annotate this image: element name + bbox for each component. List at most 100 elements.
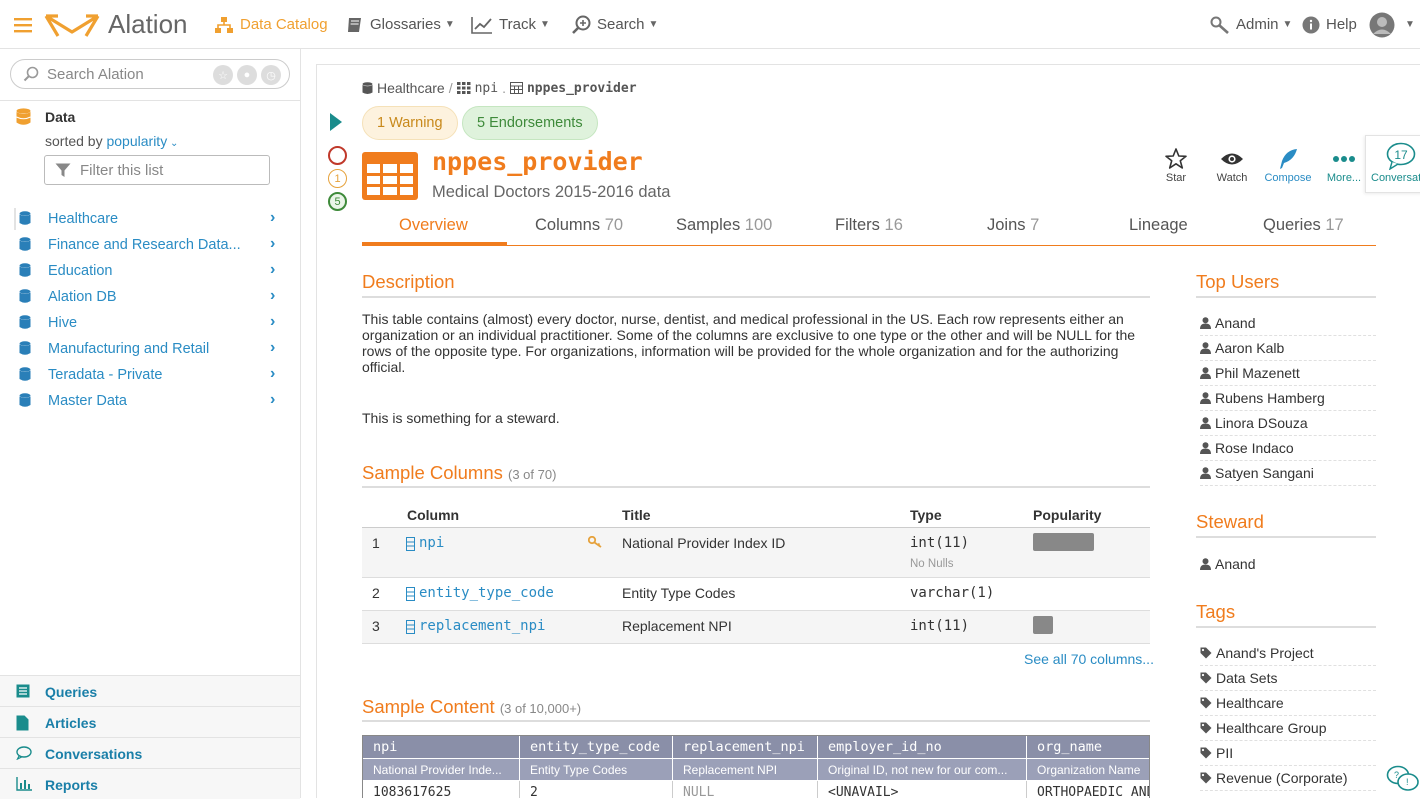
user-icon <box>1200 442 1211 454</box>
tab-queries[interactable]: Queries 17 <box>1263 216 1344 235</box>
expand-panel-icon[interactable] <box>330 113 342 131</box>
tag-item[interactable]: Anand's Project <box>1200 641 1376 666</box>
filter-list-input[interactable]: Filter this list <box>44 155 270 185</box>
tag-item[interactable]: Healthcare <box>1200 691 1376 716</box>
line-chart-icon <box>471 16 492 34</box>
data-source-item[interactable]: Master Data › <box>0 388 300 414</box>
nav-search[interactable]: Search ▼ <box>571 0 658 49</box>
user-avatar-menu[interactable]: ▼ <box>1369 0 1415 49</box>
data-source-item[interactable]: Education › <box>0 258 300 284</box>
top-user-item[interactable]: Satyen Sangani <box>1200 461 1376 486</box>
tag-item[interactable]: PII <box>1200 741 1376 766</box>
column-header[interactable]: entity_type_code <box>520 736 673 758</box>
sample-columns-table: Column Title Type Popularity 1 npi Natio… <box>362 502 1150 644</box>
top-user-item[interactable]: Phil Mazenett <box>1200 361 1376 386</box>
description-text[interactable]: This table contains (almost) every docto… <box>362 311 1148 375</box>
watch-button[interactable]: Watch <box>1202 146 1262 184</box>
admin-menu[interactable]: Admin ▼ <box>1210 0 1292 49</box>
sidebar-item-reports[interactable]: Reports <box>0 768 300 799</box>
top-user-item[interactable]: Aaron Kalb <box>1200 336 1376 361</box>
deprecation-circle-icon[interactable] <box>328 146 347 165</box>
breadcrumb-source-link[interactable]: Healthcare <box>377 80 445 96</box>
data-source-item[interactable]: Alation DB › <box>0 284 300 310</box>
steward-user[interactable]: Anand <box>1200 551 1376 576</box>
table-row[interactable]: 3 replacement_npi Replacement NPI int(11… <box>362 611 1150 644</box>
endorsements-badge[interactable]: 5 Endorsements <box>462 106 598 140</box>
column-name-link[interactable]: npi <box>419 535 444 551</box>
tab-overview[interactable]: Overview <box>399 216 468 235</box>
compose-button[interactable]: Compose <box>1258 146 1318 184</box>
tab-filters[interactable]: Filters 16 <box>835 216 903 235</box>
tag-icon <box>1200 722 1212 734</box>
tab-lineage[interactable]: Lineage <box>1129 216 1188 235</box>
null-info: No Nulls <box>910 558 954 570</box>
nav-data-catalog[interactable]: Data Catalog <box>214 0 328 49</box>
watched-filter-icon[interactable]: ● <box>237 65 257 85</box>
global-search-input[interactable]: Search Alation ☆ ● ◷ <box>10 59 290 89</box>
endorsement-count-icon[interactable]: 5 <box>328 192 347 211</box>
table-row[interactable]: 2 entity_type_code Entity Type Codes var… <box>362 578 1150 611</box>
sort-selector[interactable]: sorted by popularity ⌄ <box>45 133 178 149</box>
alation-logo[interactable]: Alation <box>44 0 188 49</box>
top-user-item[interactable]: Rubens Hamberg <box>1200 386 1376 411</box>
tag-item[interactable]: Healthcare Group <box>1200 716 1376 741</box>
nav-track[interactable]: Track ▼ <box>471 0 550 49</box>
data-source-label: Teradata - Private <box>48 367 163 383</box>
star-button[interactable]: Star <box>1146 146 1206 184</box>
tab-label: Overview <box>399 216 468 234</box>
column-header[interactable]: employer_id_no <box>818 736 1027 758</box>
sidebar-item-conversations[interactable]: Conversations <box>0 737 300 768</box>
row-number: 2 <box>372 585 380 601</box>
avatar-icon <box>1369 12 1395 37</box>
column-icon <box>406 620 415 634</box>
column-header[interactable]: npi <box>363 736 520 758</box>
data-source-item[interactable]: Healthcare › <box>0 206 300 232</box>
nav-search-label: Search <box>597 16 645 33</box>
chat-help-icon[interactable]: ? ! <box>1386 764 1420 794</box>
column-header[interactable]: replacement_npi <box>673 736 818 758</box>
data-source-label: Healthcare <box>48 211 119 227</box>
warning-count-icon[interactable]: 1 <box>328 169 347 188</box>
column-header[interactable]: org_name <box>1027 736 1149 758</box>
table-row[interactable]: 1 npi National Provider Index ID int(11)… <box>362 528 1150 578</box>
data-source-label: Master Data <box>48 393 127 409</box>
tab-joins[interactable]: Joins 7 <box>987 216 1039 235</box>
top-navigation-bar: Alation Data Catalog Glossaries ▼ Track ▼ … <box>0 0 1420 49</box>
tag-icon <box>1200 697 1212 709</box>
chevron-right-icon: › <box>270 287 276 304</box>
database-icon <box>19 367 31 381</box>
description-note[interactable]: This is something for a steward. <box>362 410 560 426</box>
wrench-icon <box>1210 16 1229 34</box>
tag-item[interactable]: Revenue (Corporate) <box>1200 766 1376 791</box>
tab-columns[interactable]: Columns 70 <box>535 216 623 235</box>
database-icon <box>19 393 31 407</box>
hierarchy-icon <box>215 16 233 33</box>
tag-item[interactable]: Data Sets <box>1200 666 1376 691</box>
tab-samples[interactable]: Samples 100 <box>676 216 772 235</box>
help-link[interactable]: Help <box>1302 0 1357 49</box>
sidebar-item-articles[interactable]: Articles <box>0 706 300 737</box>
starred-filter-icon[interactable]: ☆ <box>213 65 233 85</box>
see-all-columns-link[interactable]: See all 70 columns... <box>1024 651 1154 667</box>
sample-columns-title: Sample Columns <box>362 462 503 483</box>
top-user-item[interactable]: Anand <box>1200 311 1376 336</box>
hamburger-menu-icon[interactable] <box>14 0 38 49</box>
column-name-link[interactable]: entity_type_code <box>419 585 554 601</box>
top-users-heading: Top Users <box>1196 271 1280 292</box>
data-source-item[interactable]: Finance and Research Data... › <box>0 232 300 258</box>
data-source-item[interactable]: Manufacturing and Retail › <box>0 336 300 362</box>
logo-text: Alation <box>108 9 188 39</box>
database-icon <box>19 315 31 329</box>
data-source-item[interactable]: Hive › <box>0 310 300 336</box>
watch-label: Watch <box>1216 172 1248 184</box>
warning-badge[interactable]: 1 Warning <box>362 106 458 140</box>
top-user-item[interactable]: Rose Indaco <box>1200 436 1376 461</box>
nav-glossaries[interactable]: Glossaries ▼ <box>346 0 455 49</box>
recent-filter-icon[interactable]: ◷ <box>261 65 281 85</box>
data-source-item[interactable]: Teradata - Private › <box>0 362 300 388</box>
top-user-item[interactable]: Linora DSouza <box>1200 411 1376 436</box>
column-name-link[interactable]: replacement_npi <box>419 618 545 634</box>
sidebar-item-queries[interactable]: Queries <box>0 675 300 706</box>
conversation-panel-button[interactable]: 17 Conversation <box>1365 135 1420 193</box>
breadcrumb-schema-link[interactable]: npi <box>475 81 498 96</box>
